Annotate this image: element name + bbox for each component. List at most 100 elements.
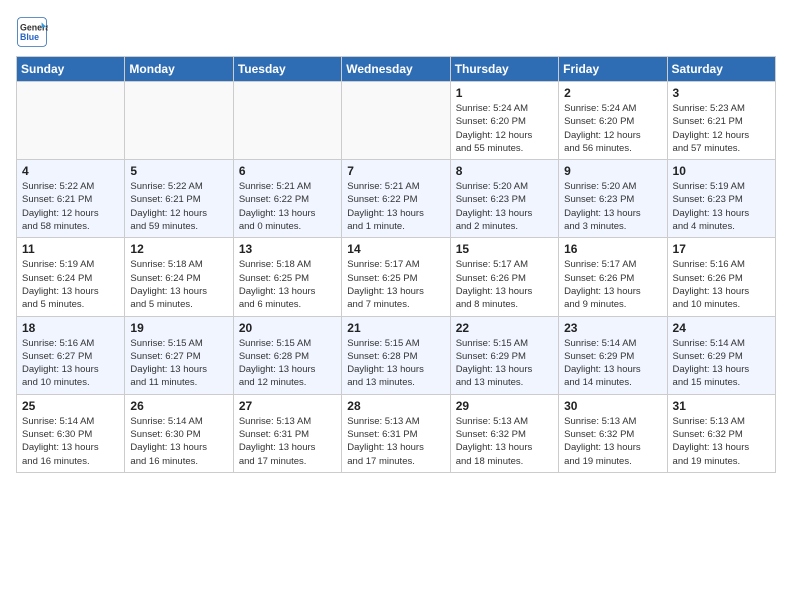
- day-info: Sunrise: 5:14 AM Sunset: 6:30 PM Dayligh…: [130, 415, 227, 468]
- day-number: 10: [673, 164, 770, 178]
- day-number: 26: [130, 399, 227, 413]
- day-info: Sunrise: 5:13 AM Sunset: 6:31 PM Dayligh…: [347, 415, 444, 468]
- day-number: 27: [239, 399, 336, 413]
- day-number: 9: [564, 164, 661, 178]
- calendar-cell: 31Sunrise: 5:13 AM Sunset: 6:32 PM Dayli…: [667, 394, 775, 472]
- day-info: Sunrise: 5:17 AM Sunset: 6:25 PM Dayligh…: [347, 258, 444, 311]
- day-number: 11: [22, 242, 119, 256]
- calendar-cell: 5 Sunrise: 5:22 AM Sunset: 6:21 PM Daylig…: [125, 160, 233, 238]
- day-number: 31: [673, 399, 770, 413]
- calendar-cell: 23 Sunrise: 5:14 AM Sunset: 6:29 PM Dayli…: [559, 316, 667, 394]
- calendar-cell: 26 Sunrise: 5:14 AM Sunset: 6:30 PM Dayli…: [125, 394, 233, 472]
- calendar-week-1: 1 Sunrise: 5:24 AM Sunset: 6:20 PM Daylig…: [17, 82, 776, 160]
- calendar-cell: 22 Sunrise: 5:15 AM Sunset: 6:29 PM Dayli…: [450, 316, 558, 394]
- day-number: 23: [564, 321, 661, 335]
- day-info: Sunrise: 5:14 AM Sunset: 6:29 PM Dayligh…: [673, 337, 770, 390]
- calendar-cell: 28 Sunrise: 5:13 AM Sunset: 6:31 PM Dayli…: [342, 394, 450, 472]
- day-number: 28: [347, 399, 444, 413]
- calendar-cell: 21Sunrise: 5:15 AM Sunset: 6:28 PM Dayli…: [342, 316, 450, 394]
- svg-text:General: General: [20, 22, 48, 32]
- day-number: 17: [673, 242, 770, 256]
- day-info: Sunrise: 5:23 AM Sunset: 6:21 PM Dayligh…: [673, 102, 770, 155]
- day-info: Sunrise: 5:13 AM Sunset: 6:32 PM Dayligh…: [456, 415, 553, 468]
- day-info: Sunrise: 5:14 AM Sunset: 6:29 PM Dayligh…: [564, 337, 661, 390]
- day-info: Sunrise: 5:21 AM Sunset: 6:22 PM Dayligh…: [239, 180, 336, 233]
- day-info: Sunrise: 5:21 AM Sunset: 6:22 PM Dayligh…: [347, 180, 444, 233]
- calendar-cell: 20 Sunrise: 5:15 AM Sunset: 6:28 PM Dayli…: [233, 316, 341, 394]
- calendar-cell: 14 Sunrise: 5:17 AM Sunset: 6:25 PM Dayli…: [342, 238, 450, 316]
- day-number: 8: [456, 164, 553, 178]
- calendar-cell: 10 Sunrise: 5:19 AM Sunset: 6:23 PM Dayli…: [667, 160, 775, 238]
- calendar-cell: 7 Sunrise: 5:21 AM Sunset: 6:22 PM Daylig…: [342, 160, 450, 238]
- calendar-cell: 16 Sunrise: 5:17 AM Sunset: 6:26 PM Dayli…: [559, 238, 667, 316]
- day-info: Sunrise: 5:24 AM Sunset: 6:20 PM Dayligh…: [456, 102, 553, 155]
- svg-text:Blue: Blue: [20, 32, 39, 42]
- day-number: 1: [456, 86, 553, 100]
- day-number: 5: [130, 164, 227, 178]
- day-info: Sunrise: 5:15 AM Sunset: 6:27 PM Dayligh…: [130, 337, 227, 390]
- day-info: Sunrise: 5:16 AM Sunset: 6:26 PM Dayligh…: [673, 258, 770, 311]
- day-number: 13: [239, 242, 336, 256]
- calendar-cell: 25 Sunrise: 5:14 AM Sunset: 6:30 PM Dayli…: [17, 394, 125, 472]
- weekday-header-friday: Friday: [559, 57, 667, 82]
- day-number: 22: [456, 321, 553, 335]
- day-number: 14: [347, 242, 444, 256]
- calendar-cell: 8 Sunrise: 5:20 AM Sunset: 6:23 PM Daylig…: [450, 160, 558, 238]
- calendar-cell: 11Sunrise: 5:19 AM Sunset: 6:24 PM Dayli…: [17, 238, 125, 316]
- weekday-header-monday: Monday: [125, 57, 233, 82]
- day-number: 20: [239, 321, 336, 335]
- calendar-cell: 27 Sunrise: 5:13 AM Sunset: 6:31 PM Dayli…: [233, 394, 341, 472]
- day-info: Sunrise: 5:17 AM Sunset: 6:26 PM Dayligh…: [564, 258, 661, 311]
- day-number: 6: [239, 164, 336, 178]
- calendar-cell: 18Sunrise: 5:16 AM Sunset: 6:27 PM Dayli…: [17, 316, 125, 394]
- calendar-week-2: 4 Sunrise: 5:22 AM Sunset: 6:21 PM Daylig…: [17, 160, 776, 238]
- calendar-cell: 30Sunrise: 5:13 AM Sunset: 6:32 PM Dayli…: [559, 394, 667, 472]
- day-info: Sunrise: 5:16 AM Sunset: 6:27 PM Dayligh…: [22, 337, 119, 390]
- calendar-cell: [17, 82, 125, 160]
- logo-icon: General Blue: [16, 16, 48, 48]
- day-number: 2: [564, 86, 661, 100]
- day-info: Sunrise: 5:13 AM Sunset: 6:31 PM Dayligh…: [239, 415, 336, 468]
- day-info: Sunrise: 5:18 AM Sunset: 6:24 PM Dayligh…: [130, 258, 227, 311]
- calendar-cell: 1 Sunrise: 5:24 AM Sunset: 6:20 PM Daylig…: [450, 82, 558, 160]
- calendar-cell: [233, 82, 341, 160]
- calendar-body: 1 Sunrise: 5:24 AM Sunset: 6:20 PM Daylig…: [17, 82, 776, 473]
- logo: General Blue: [16, 16, 52, 48]
- day-info: Sunrise: 5:14 AM Sunset: 6:30 PM Dayligh…: [22, 415, 119, 468]
- day-number: 24: [673, 321, 770, 335]
- day-number: 30: [564, 399, 661, 413]
- weekday-header-thursday: Thursday: [450, 57, 558, 82]
- day-info: Sunrise: 5:15 AM Sunset: 6:29 PM Dayligh…: [456, 337, 553, 390]
- day-number: 16: [564, 242, 661, 256]
- day-info: Sunrise: 5:20 AM Sunset: 6:23 PM Dayligh…: [564, 180, 661, 233]
- day-info: Sunrise: 5:17 AM Sunset: 6:26 PM Dayligh…: [456, 258, 553, 311]
- calendar-cell: 13 Sunrise: 5:18 AM Sunset: 6:25 PM Dayli…: [233, 238, 341, 316]
- day-info: Sunrise: 5:20 AM Sunset: 6:23 PM Dayligh…: [456, 180, 553, 233]
- day-info: Sunrise: 5:15 AM Sunset: 6:28 PM Dayligh…: [239, 337, 336, 390]
- calendar-week-3: 11Sunrise: 5:19 AM Sunset: 6:24 PM Dayli…: [17, 238, 776, 316]
- calendar-cell: 24 Sunrise: 5:14 AM Sunset: 6:29 PM Dayli…: [667, 316, 775, 394]
- day-info: Sunrise: 5:22 AM Sunset: 6:21 PM Dayligh…: [130, 180, 227, 233]
- calendar-cell: 4Sunrise: 5:22 AM Sunset: 6:21 PM Daylig…: [17, 160, 125, 238]
- day-info: Sunrise: 5:19 AM Sunset: 6:23 PM Dayligh…: [673, 180, 770, 233]
- day-info: Sunrise: 5:24 AM Sunset: 6:20 PM Dayligh…: [564, 102, 661, 155]
- calendar-cell: [125, 82, 233, 160]
- calendar-cell: 29 Sunrise: 5:13 AM Sunset: 6:32 PM Dayli…: [450, 394, 558, 472]
- day-number: 7: [347, 164, 444, 178]
- day-number: 4: [22, 164, 119, 178]
- calendar-cell: 2 Sunrise: 5:24 AM Sunset: 6:20 PM Daylig…: [559, 82, 667, 160]
- day-number: 12: [130, 242, 227, 256]
- calendar-cell: 3 Sunrise: 5:23 AM Sunset: 6:21 PM Daylig…: [667, 82, 775, 160]
- weekday-header-row: SundayMondayTuesdayWednesdayThursdayFrid…: [17, 57, 776, 82]
- day-info: Sunrise: 5:15 AM Sunset: 6:28 PM Dayligh…: [347, 337, 444, 390]
- calendar-cell: 12 Sunrise: 5:18 AM Sunset: 6:24 PM Dayli…: [125, 238, 233, 316]
- calendar-week-4: 18Sunrise: 5:16 AM Sunset: 6:27 PM Dayli…: [17, 316, 776, 394]
- calendar-cell: 15 Sunrise: 5:17 AM Sunset: 6:26 PM Dayli…: [450, 238, 558, 316]
- day-info: Sunrise: 5:18 AM Sunset: 6:25 PM Dayligh…: [239, 258, 336, 311]
- day-number: 3: [673, 86, 770, 100]
- day-number: 15: [456, 242, 553, 256]
- day-number: 29: [456, 399, 553, 413]
- calendar: SundayMondayTuesdayWednesdayThursdayFrid…: [16, 56, 776, 473]
- calendar-cell: 6 Sunrise: 5:21 AM Sunset: 6:22 PM Daylig…: [233, 160, 341, 238]
- day-number: 25: [22, 399, 119, 413]
